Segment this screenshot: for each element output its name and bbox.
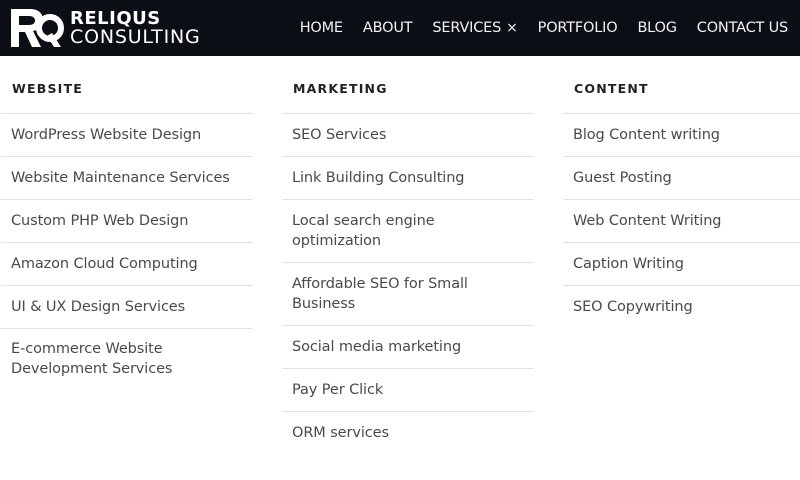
menu-link[interactable]: E-commerce Website Development Services: [1, 329, 231, 390]
menu-link[interactable]: SEO Copywriting: [563, 286, 800, 328]
column-heading: MARKETING: [293, 81, 388, 96]
menu-link[interactable]: Website Maintenance Services: [1, 157, 253, 200]
nav-blog[interactable]: BLOG: [637, 20, 677, 36]
menu-link[interactable]: Web Content Writing: [563, 200, 800, 243]
close-icon[interactable]: ×: [506, 20, 518, 36]
menu-link[interactable]: Pay Per Click: [282, 369, 534, 412]
top-navigation-bar: RELIQUS CONSULTING HOME ABOUT SERVICES ×…: [0, 0, 800, 56]
nav-services-label: SERVICES: [432, 20, 502, 36]
column-list: WordPress Website Design Website Mainten…: [1, 113, 253, 390]
nav-about[interactable]: ABOUT: [363, 20, 413, 36]
services-mega-menu: WEBSITE WordPress Website Design Website…: [0, 56, 800, 480]
menu-link[interactable]: SEO Services: [282, 114, 534, 157]
nav-services[interactable]: SERVICES ×: [432, 20, 517, 36]
menu-link[interactable]: Custom PHP Web Design: [1, 200, 253, 243]
menu-link[interactable]: Affordable SEO for Small Business: [282, 263, 534, 326]
nav-home[interactable]: HOME: [300, 20, 343, 36]
column-heading: CONTENT: [574, 81, 649, 96]
logo-line-2: CONSULTING: [70, 26, 201, 48]
menu-link[interactable]: UI & UX Design Services: [1, 286, 253, 329]
menu-link[interactable]: Caption Writing: [563, 243, 800, 286]
menu-link[interactable]: Amazon Cloud Computing: [1, 243, 253, 286]
nav-portfolio[interactable]: PORTFOLIO: [538, 20, 618, 36]
menu-column-marketing: MARKETING SEO Services Link Building Con…: [282, 81, 534, 454]
column-heading: WEBSITE: [12, 81, 83, 96]
column-list: Blog Content writing Guest Posting Web C…: [563, 113, 800, 328]
main-nav: HOME ABOUT SERVICES × PORTFOLIO BLOG CON…: [300, 0, 788, 56]
menu-column-website: WEBSITE WordPress Website Design Website…: [1, 81, 253, 390]
rq-logo-icon: [11, 9, 64, 47]
column-list: SEO Services Link Building Consulting Lo…: [282, 113, 534, 454]
menu-link[interactable]: Guest Posting: [563, 157, 800, 200]
menu-link[interactable]: Social media marketing: [282, 326, 534, 369]
menu-link[interactable]: Link Building Consulting: [282, 157, 534, 200]
menu-column-content: CONTENT Blog Content writing Guest Posti…: [563, 81, 800, 328]
logo-link[interactable]: RELIQUS CONSULTING: [8, 5, 201, 51]
menu-link[interactable]: Blog Content writing: [563, 114, 800, 157]
menu-link[interactable]: ORM services: [282, 412, 534, 454]
menu-link[interactable]: Local search engine optimization: [282, 200, 534, 263]
menu-link[interactable]: WordPress Website Design: [1, 114, 253, 157]
nav-contact-us[interactable]: CONTACT US: [697, 20, 788, 36]
logo-wordmark: RELIQUS CONSULTING: [70, 9, 201, 47]
